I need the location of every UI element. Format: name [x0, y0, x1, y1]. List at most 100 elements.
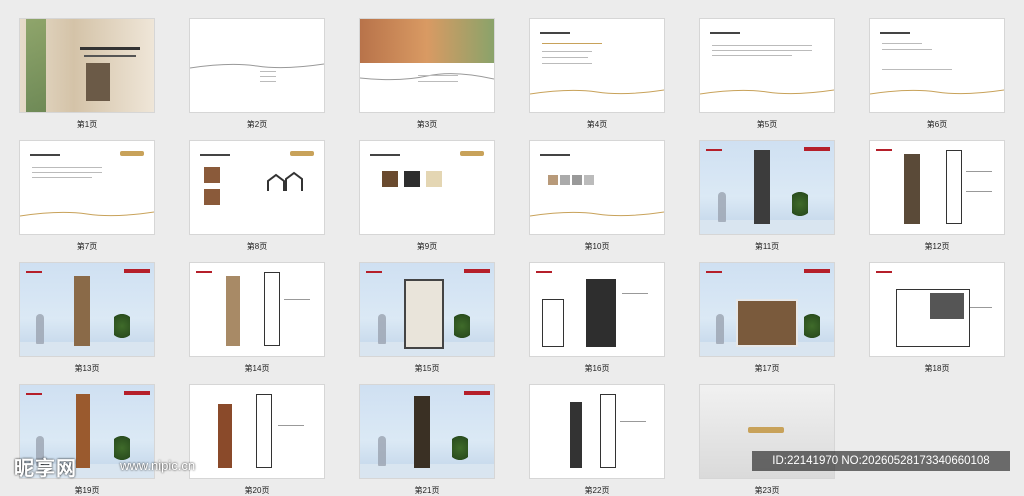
thumbnail[interactable]	[190, 385, 324, 478]
section-heading	[540, 32, 570, 34]
annotation-line	[970, 307, 992, 308]
logo-icon	[748, 427, 784, 433]
text-line	[32, 167, 102, 168]
thumbnail[interactable]	[530, 141, 664, 234]
logo-icon	[290, 151, 314, 156]
thumbnail[interactable]	[700, 141, 834, 234]
page-label: 第6页	[926, 120, 948, 129]
signage-elevation	[600, 394, 616, 468]
thumbnail[interactable]	[360, 141, 494, 234]
annotation-line	[966, 191, 992, 192]
text-line	[260, 76, 276, 77]
signage-board	[586, 279, 616, 347]
text-line	[882, 49, 932, 50]
page-label: 第13页	[74, 364, 100, 373]
section-heading	[710, 32, 740, 34]
thumbnail[interactable]	[360, 19, 494, 112]
text-line	[712, 55, 792, 56]
thumbnail[interactable]	[20, 19, 154, 112]
text-line	[712, 50, 812, 51]
text-line	[712, 45, 812, 46]
watermark-brand: 昵享网	[14, 458, 77, 480]
color-swatch	[382, 171, 398, 187]
page-label: 第10页	[584, 242, 610, 251]
signage-tower	[226, 276, 240, 346]
title-rule	[876, 149, 892, 151]
bamboo-image	[26, 19, 46, 112]
thumbnail[interactable]	[360, 385, 494, 478]
page-thumbnail-grid: 第1页 第2页 第3页 第4页 第5页 第6页 第7页 第8页 第9页 第10页…	[0, 0, 1024, 495]
signage-wall	[736, 299, 798, 347]
person-silhouette	[716, 314, 724, 344]
page-label: 第22页	[584, 486, 610, 495]
thumbnail[interactable]	[190, 141, 324, 234]
signage-tower	[754, 150, 770, 224]
door-image	[86, 63, 110, 101]
page-label: 第1页	[76, 120, 98, 129]
title-rule	[536, 271, 552, 273]
thumbnail[interactable]	[870, 263, 1004, 356]
thumbnail[interactable]	[870, 141, 1004, 234]
page-label: 第18页	[924, 364, 950, 373]
text-line	[418, 75, 458, 76]
section-heading	[30, 154, 60, 156]
person-silhouette	[378, 314, 386, 344]
title-banner	[464, 391, 490, 395]
signage-tower	[218, 404, 232, 468]
thumbnail[interactable]	[20, 141, 154, 234]
title-rule	[196, 271, 212, 273]
thumbnail[interactable]	[530, 385, 664, 478]
page-label: 第17页	[754, 364, 780, 373]
page-label: 第7页	[76, 242, 98, 251]
signage-tower	[904, 154, 920, 224]
annotation-line	[284, 299, 310, 300]
thumbnail[interactable]	[20, 263, 154, 356]
color-swatch	[572, 175, 582, 185]
title-rule	[876, 271, 892, 273]
thumbnail[interactable]	[530, 19, 664, 112]
person-silhouette	[718, 192, 726, 222]
thumbnail[interactable]	[530, 263, 664, 356]
text-line	[542, 63, 592, 64]
page-label: 第12页	[924, 242, 950, 251]
person-silhouette	[378, 436, 386, 466]
page-label: 第16页	[584, 364, 610, 373]
title-banner	[804, 269, 830, 273]
signage-tower	[76, 394, 90, 468]
text-line	[882, 69, 952, 70]
thumbnail[interactable]	[700, 19, 834, 112]
title-rule	[26, 393, 42, 395]
emblem-image	[204, 189, 220, 205]
thumbnail[interactable]	[700, 263, 834, 356]
signage-tower	[414, 396, 430, 468]
title-banner	[804, 147, 830, 151]
emblem-image	[204, 167, 220, 183]
section-heading	[540, 154, 570, 156]
person-silhouette	[36, 314, 44, 344]
signage-tower	[74, 276, 90, 346]
wave-line-icon	[20, 211, 154, 217]
color-swatch	[548, 175, 558, 185]
logo-icon	[460, 151, 484, 156]
thumbnail[interactable]	[870, 19, 1004, 112]
text-line	[418, 81, 458, 82]
title-banner	[124, 391, 150, 395]
thumbnail[interactable]	[190, 263, 324, 356]
signage-elevation	[946, 150, 962, 224]
section-heading	[880, 32, 910, 34]
signage-elevation	[256, 394, 272, 468]
annotation-line	[278, 425, 304, 426]
signage-tower	[570, 402, 582, 468]
watermark-id: ID:22141970 NO:20260528173340660108	[752, 451, 1010, 471]
page-label: 第21页	[414, 486, 440, 495]
thumbnail[interactable]	[190, 19, 324, 112]
page-label: 第3页	[416, 120, 438, 129]
plant-image	[452, 436, 468, 466]
plant-image	[804, 314, 820, 344]
text-line	[542, 57, 588, 58]
title-rule	[706, 271, 722, 273]
title-rule	[366, 271, 382, 273]
text-line	[542, 51, 592, 52]
thumbnail[interactable]	[360, 263, 494, 356]
color-swatch	[560, 175, 570, 185]
